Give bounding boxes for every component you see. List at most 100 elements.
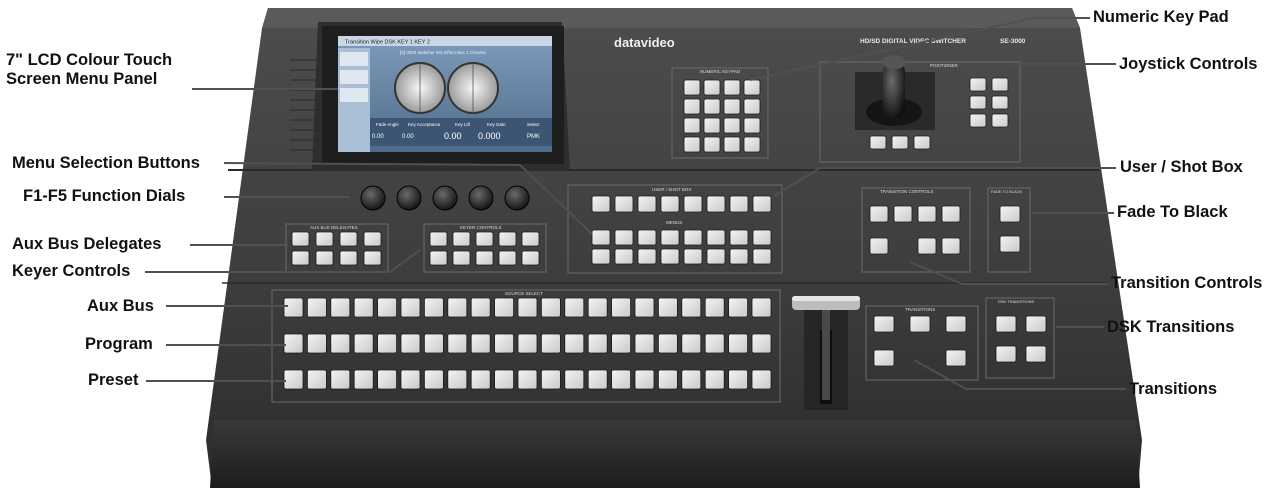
transition-button[interactable] <box>873 315 895 333</box>
menu-selection-button[interactable] <box>752 248 772 265</box>
preset-button[interactable] <box>423 369 444 390</box>
dsk-transition-button[interactable] <box>995 345 1017 363</box>
program-button[interactable] <box>283 333 304 354</box>
menu-selection-button[interactable] <box>660 229 680 246</box>
menu-selection-button[interactable] <box>752 229 772 246</box>
shot-box-button[interactable] <box>729 195 749 213</box>
preset-button[interactable] <box>681 369 702 390</box>
program-button[interactable] <box>564 333 585 354</box>
preset-button[interactable] <box>611 369 631 390</box>
aux-bus-button[interactable] <box>704 297 725 318</box>
program-button[interactable] <box>681 333 702 354</box>
transition-control-button[interactable] <box>869 205 889 223</box>
keypad-button[interactable] <box>743 79 761 96</box>
menu-selection-button[interactable] <box>591 248 611 265</box>
program-button[interactable] <box>634 333 655 354</box>
menu-selection-button[interactable] <box>729 229 749 246</box>
shot-box-button[interactable] <box>706 195 726 213</box>
program-button[interactable] <box>658 333 678 354</box>
menu-selection-button[interactable] <box>706 248 726 265</box>
dsk-transition-button[interactable] <box>1025 315 1047 333</box>
preset-button[interactable] <box>447 369 468 390</box>
preset-button[interactable] <box>330 369 351 390</box>
keypad-button[interactable] <box>723 98 741 115</box>
keypad-button[interactable] <box>723 117 741 134</box>
program-button[interactable] <box>400 333 421 354</box>
program-button[interactable] <box>353 333 374 354</box>
aux-delegate-button[interactable] <box>291 231 310 247</box>
menu-selection-button[interactable] <box>683 229 703 246</box>
lcd-touch-screen[interactable]: Transition Wipe DSK KEY 1 KEY 2 [0] 0000… <box>290 22 570 170</box>
keyer-button[interactable] <box>498 250 517 266</box>
function-dial[interactable] <box>360 185 386 211</box>
aux-bus-button[interactable] <box>470 297 491 318</box>
aux-bus-button[interactable] <box>494 297 515 318</box>
aux-bus-button[interactable] <box>423 297 444 318</box>
shot-box-button[interactable] <box>683 195 703 213</box>
joystick-button[interactable] <box>891 135 909 150</box>
keyer-button[interactable] <box>429 231 448 247</box>
aux-bus-button[interactable] <box>728 297 748 318</box>
aux-bus-button[interactable] <box>377 297 398 318</box>
aux-bus-button[interactable] <box>353 297 374 318</box>
program-button[interactable] <box>306 333 327 354</box>
keyer-button[interactable] <box>521 231 540 247</box>
menu-selection-button[interactable] <box>614 248 634 265</box>
aux-delegate-button[interactable] <box>339 250 358 266</box>
transition-button[interactable] <box>945 315 967 333</box>
program-button[interactable] <box>704 333 725 354</box>
preset-button[interactable] <box>377 369 398 390</box>
program-button[interactable] <box>470 333 491 354</box>
aux-bus-button[interactable] <box>447 297 468 318</box>
preset-button[interactable] <box>704 369 725 390</box>
joystick-handle[interactable] <box>883 62 905 118</box>
keyer-button[interactable] <box>521 250 540 266</box>
preset-button[interactable] <box>283 369 304 390</box>
keypad-button[interactable] <box>743 98 761 115</box>
keyer-button[interactable] <box>452 231 471 247</box>
function-dial[interactable] <box>432 185 458 211</box>
joystick-button[interactable] <box>969 113 987 128</box>
program-button[interactable] <box>587 333 608 354</box>
keypad-button[interactable] <box>743 117 761 134</box>
aux-bus-button[interactable] <box>681 297 702 318</box>
transition-button[interactable] <box>945 349 967 367</box>
dsk-transition-button[interactable] <box>1025 345 1047 363</box>
aux-delegate-button[interactable] <box>363 250 382 266</box>
aux-bus-button[interactable] <box>658 297 678 318</box>
preset-button[interactable] <box>306 369 327 390</box>
preset-button[interactable] <box>541 369 561 390</box>
keypad-button[interactable] <box>683 79 701 96</box>
aux-bus-button[interactable] <box>541 297 561 318</box>
preset-button[interactable] <box>658 369 678 390</box>
joystick-button[interactable] <box>913 135 931 150</box>
function-dial[interactable] <box>396 185 422 211</box>
menu-selection-button[interactable] <box>637 229 657 246</box>
menu-selection-button[interactable] <box>729 248 749 265</box>
program-button[interactable] <box>541 333 561 354</box>
preset-button[interactable] <box>353 369 374 390</box>
transition-control-button[interactable] <box>941 205 961 223</box>
joystick-button[interactable] <box>969 95 987 110</box>
preset-button[interactable] <box>634 369 655 390</box>
preset-button[interactable] <box>564 369 585 390</box>
menu-selection-button[interactable] <box>614 229 634 246</box>
joystick-button[interactable] <box>991 113 1009 128</box>
keypad-button[interactable] <box>723 136 741 153</box>
keypad-button[interactable] <box>703 79 721 96</box>
preset-button[interactable] <box>517 369 538 390</box>
fade-to-black-button[interactable] <box>999 205 1021 223</box>
aux-bus-button[interactable] <box>400 297 421 318</box>
aux-delegate-button[interactable] <box>291 250 310 266</box>
keypad-button[interactable] <box>703 136 721 153</box>
aux-delegate-button[interactable] <box>363 231 382 247</box>
shot-box-button[interactable] <box>752 195 772 213</box>
transition-control-button[interactable] <box>941 237 961 255</box>
shot-box-button[interactable] <box>591 195 611 213</box>
transition-control-button[interactable] <box>917 205 937 223</box>
transition-button[interactable] <box>909 315 931 333</box>
program-button[interactable] <box>517 333 538 354</box>
preset-button[interactable] <box>470 369 491 390</box>
menu-selection-button[interactable] <box>706 229 726 246</box>
aux-bus-button[interactable] <box>306 297 327 318</box>
